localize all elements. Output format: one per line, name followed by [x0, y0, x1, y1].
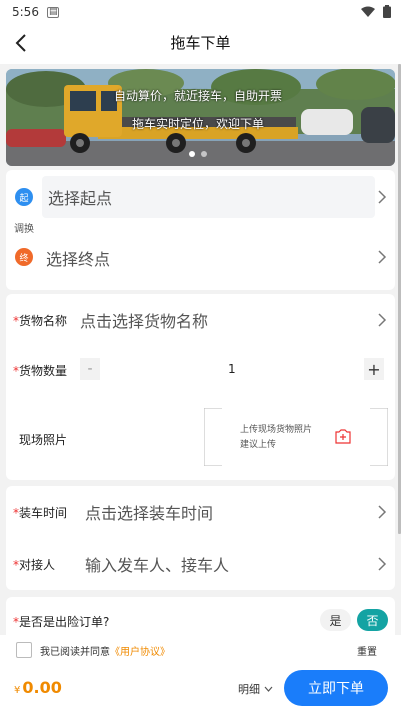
chevron-down-icon: [264, 686, 273, 692]
cargo-name-row[interactable]: *货物名称 点击选择货物名称: [6, 306, 395, 334]
cargo-quantity-row: *货物数量 - 1 +: [6, 358, 395, 382]
sim-icon: ▤: [46, 6, 60, 18]
bottom-action-bar: ¥0.00 明细 立即下单: [0, 665, 401, 713]
upload-hint-line1: 上传现场货物照片: [240, 425, 313, 435]
end-point-field[interactable]: 选择终点: [46, 246, 110, 270]
insurance-label: *是否是出险订单?: [13, 615, 110, 629]
swap-button[interactable]: 调换: [14, 220, 34, 235]
contact-input[interactable]: 输入发车人、接车人: [85, 552, 229, 576]
battery-icon: [383, 5, 391, 18]
chevron-right-icon: [378, 190, 387, 204]
submit-order-button[interactable]: 立即下单: [284, 670, 388, 706]
upload-hint: 上传现场货物照片 建议上传: [240, 423, 312, 453]
carousel-dot: [201, 151, 207, 157]
cargo-card: *货物名称 点击选择货物名称 *货物数量 - 1 + 现场照片 上传现场货物照片…: [6, 294, 395, 480]
nav-bar: 拖车下单: [0, 24, 401, 64]
photo-upload-box[interactable]: 上传现场货物照片 建议上传: [204, 408, 388, 466]
insurance-yes-button[interactable]: 是: [320, 609, 351, 631]
chevron-right-icon: [378, 313, 387, 327]
loading-card: *装车时间 点击选择装车时间 *对接人 输入发车人、接车人: [6, 486, 395, 590]
price-detail-button[interactable]: 明细: [238, 681, 273, 697]
site-photo-label: 现场照片: [19, 433, 68, 447]
quantity-value[interactable]: 1: [228, 362, 236, 376]
chevron-right-icon: [378, 505, 387, 519]
carousel-indicator: [189, 151, 207, 157]
banner-slogan-2: 拖车实时定位，欢迎下单: [132, 117, 265, 131]
insurance-no-button[interactable]: 否: [357, 609, 388, 631]
end-badge: 终: [15, 248, 33, 266]
cargo-name-field[interactable]: 点击选择货物名称: [80, 308, 208, 332]
agreement-bar: 我已阅读并同意《用户协议》 重置: [0, 635, 401, 665]
camera-add-icon[interactable]: [334, 428, 352, 446]
route-card: 起 选择起点 调换 终 选择终点: [6, 170, 395, 290]
page-title: 拖车下单: [170, 34, 231, 52]
agreement-text: 我已阅读并同意《用户协议》: [40, 647, 170, 658]
reset-button[interactable]: 重置: [357, 643, 377, 658]
insurance-card: *是否是出险订单? 是 否: [6, 597, 395, 637]
cargo-name-label: *货物名称: [13, 313, 68, 328]
total-price: ¥0.00: [14, 678, 62, 697]
cargo-quantity-label: *货物数量: [13, 363, 68, 378]
quantity-increase-button[interactable]: +: [364, 358, 384, 380]
chevron-right-icon: [378, 557, 387, 571]
detail-label: 明细: [238, 683, 260, 696]
agreement-checkbox[interactable]: [16, 642, 32, 658]
start-point-field[interactable]: 选择起点: [42, 176, 375, 218]
carousel-dot: [189, 151, 195, 157]
start-badge: 起: [15, 188, 33, 206]
end-point-row[interactable]: 终 选择终点: [6, 236, 395, 278]
chevron-right-icon: [378, 250, 387, 264]
contact-label: *对接人: [13, 557, 56, 572]
loading-time-label: *装车时间: [13, 505, 68, 520]
currency-symbol: ¥: [14, 685, 21, 696]
contact-row[interactable]: *对接人 输入发车人、接车人: [6, 550, 395, 578]
start-point-row[interactable]: 起 选择起点: [6, 176, 395, 218]
status-bar: 5:56 ▤: [0, 0, 401, 24]
user-agreement-link[interactable]: 《用户协议》: [110, 647, 170, 658]
banner-carousel[interactable]: 自动算价，就近接车，自助开票 拖车实时定位，欢迎下单: [6, 69, 395, 166]
price-value: 0.00: [22, 678, 62, 697]
status-time: 5:56: [12, 5, 39, 19]
loading-time-row[interactable]: *装车时间 点击选择装车时间: [6, 498, 395, 526]
upload-hint-line2: 建议上传: [240, 440, 277, 450]
wifi-icon: [361, 6, 375, 17]
banner-slogan-1: 自动算价，就近接车，自助开票: [114, 89, 283, 103]
loading-time-field[interactable]: 点击选择装车时间: [85, 500, 213, 524]
quantity-decrease-button[interactable]: -: [80, 358, 100, 380]
